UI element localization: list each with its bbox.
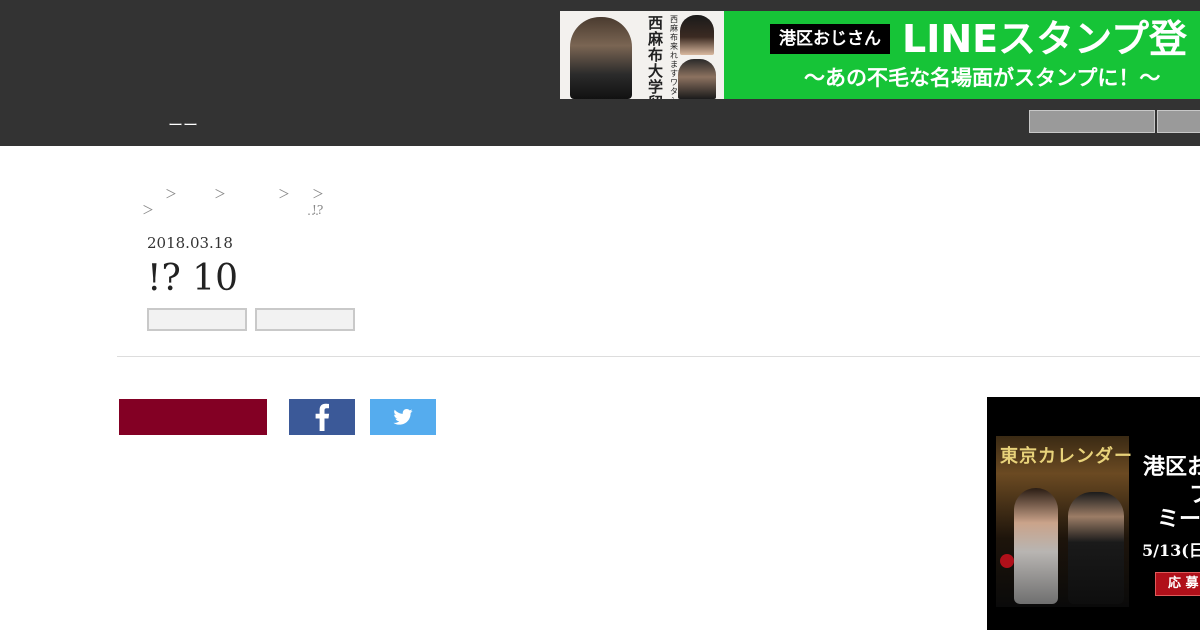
banner-title: LINEスタンプ登 xyxy=(902,17,1187,61)
ad-date: 5/13(日 xyxy=(1142,541,1200,560)
ad-man-image xyxy=(1068,492,1124,604)
ad-poster-image: 東京カレンダー xyxy=(996,436,1133,607)
share-button[interactable] xyxy=(119,399,267,435)
sidebar-ad-banner[interactable]: 東京カレンダー 港区お フ ミーテ 5/13(日 応 募 xyxy=(987,397,1200,630)
site-header: 西麻布大学留年中 西麻布来れます？ワタシガ！ 港区おじさん LINEスタンプ登 … xyxy=(0,0,1200,146)
banner-photo-text: 西麻布大学留年中 xyxy=(648,14,664,99)
banner-tag: 港区おじさん xyxy=(770,24,890,54)
banner-man-image xyxy=(570,17,632,99)
search-button[interactable] xyxy=(1157,110,1200,133)
banner-photo: 西麻布大学留年中 西麻布来れます？ワタシガ！ xyxy=(560,11,724,99)
rose-icon xyxy=(1000,554,1014,568)
banner-text-panel: 港区おじさん LINEスタンプ登 〜あの不毛な名場面がスタンプに！〜 xyxy=(724,11,1200,99)
facebook-share-button[interactable] xyxy=(289,399,355,435)
breadcrumb-separator: ＞ xyxy=(214,187,227,201)
ad-woman-image xyxy=(1014,488,1058,604)
line-stamp-banner[interactable]: 西麻布大学留年中 西麻布来れます？ワタシガ！ 港区おじさん LINEスタンプ登 … xyxy=(560,11,1200,99)
divider xyxy=(117,356,1200,357)
nav-item[interactable]: ーー xyxy=(168,114,198,135)
category-tag[interactable] xyxy=(255,308,355,331)
twitter-share-button[interactable] xyxy=(370,399,436,435)
article-title: !? 10 xyxy=(147,258,239,299)
search-input[interactable] xyxy=(1029,110,1155,133)
banner-subtitle: 〜あの不毛な名場面がスタンプに！〜 xyxy=(804,66,1161,90)
breadcrumb-separator: ＞ xyxy=(165,187,178,201)
ad-poster-title: 東京カレンダー xyxy=(1000,446,1133,467)
banner-man2-image xyxy=(678,59,716,99)
ad-apply-button[interactable]: 応 募 xyxy=(1155,572,1200,596)
twitter-icon xyxy=(393,409,413,425)
category-tag[interactable] xyxy=(147,308,247,331)
ad-headline: ミーテ xyxy=(1157,506,1200,532)
breadcrumb-separator: ＞ xyxy=(278,187,291,201)
banner-woman-image xyxy=(680,15,714,55)
facebook-icon xyxy=(315,403,330,431)
breadcrumb-ellipsis: … xyxy=(307,204,319,218)
article-date: 2018.03.18 xyxy=(147,234,233,252)
breadcrumb-separator: ＞ xyxy=(142,203,155,217)
